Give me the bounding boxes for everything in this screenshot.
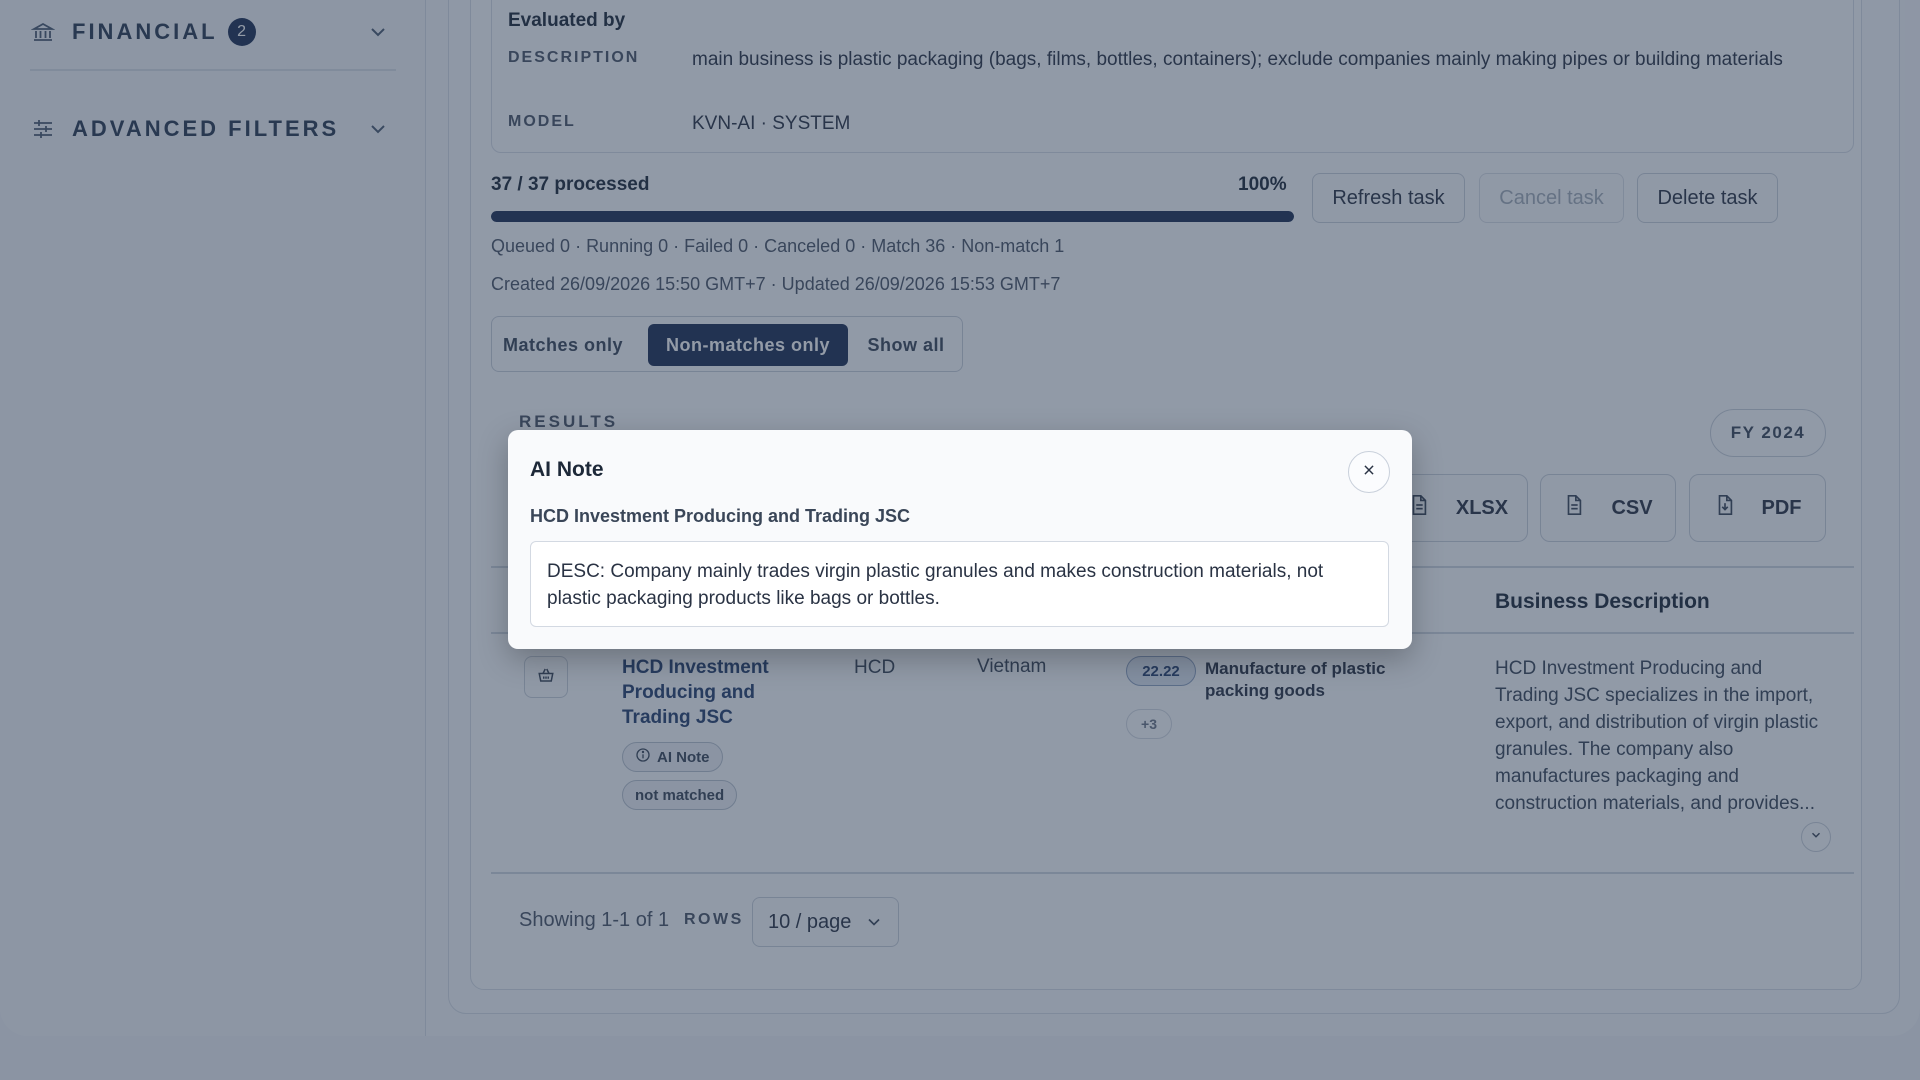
close-button[interactable]	[1348, 451, 1390, 493]
close-icon	[1362, 463, 1376, 482]
dialog-title: AI Note	[530, 458, 604, 481]
ai-note-dialog: AI Note HCD Investment Producing and Tra…	[508, 430, 1412, 649]
ai-note-text: DESC: Company mainly trades virgin plast…	[530, 541, 1389, 627]
dialog-company-name: HCD Investment Producing and Trading JSC	[530, 506, 911, 526]
